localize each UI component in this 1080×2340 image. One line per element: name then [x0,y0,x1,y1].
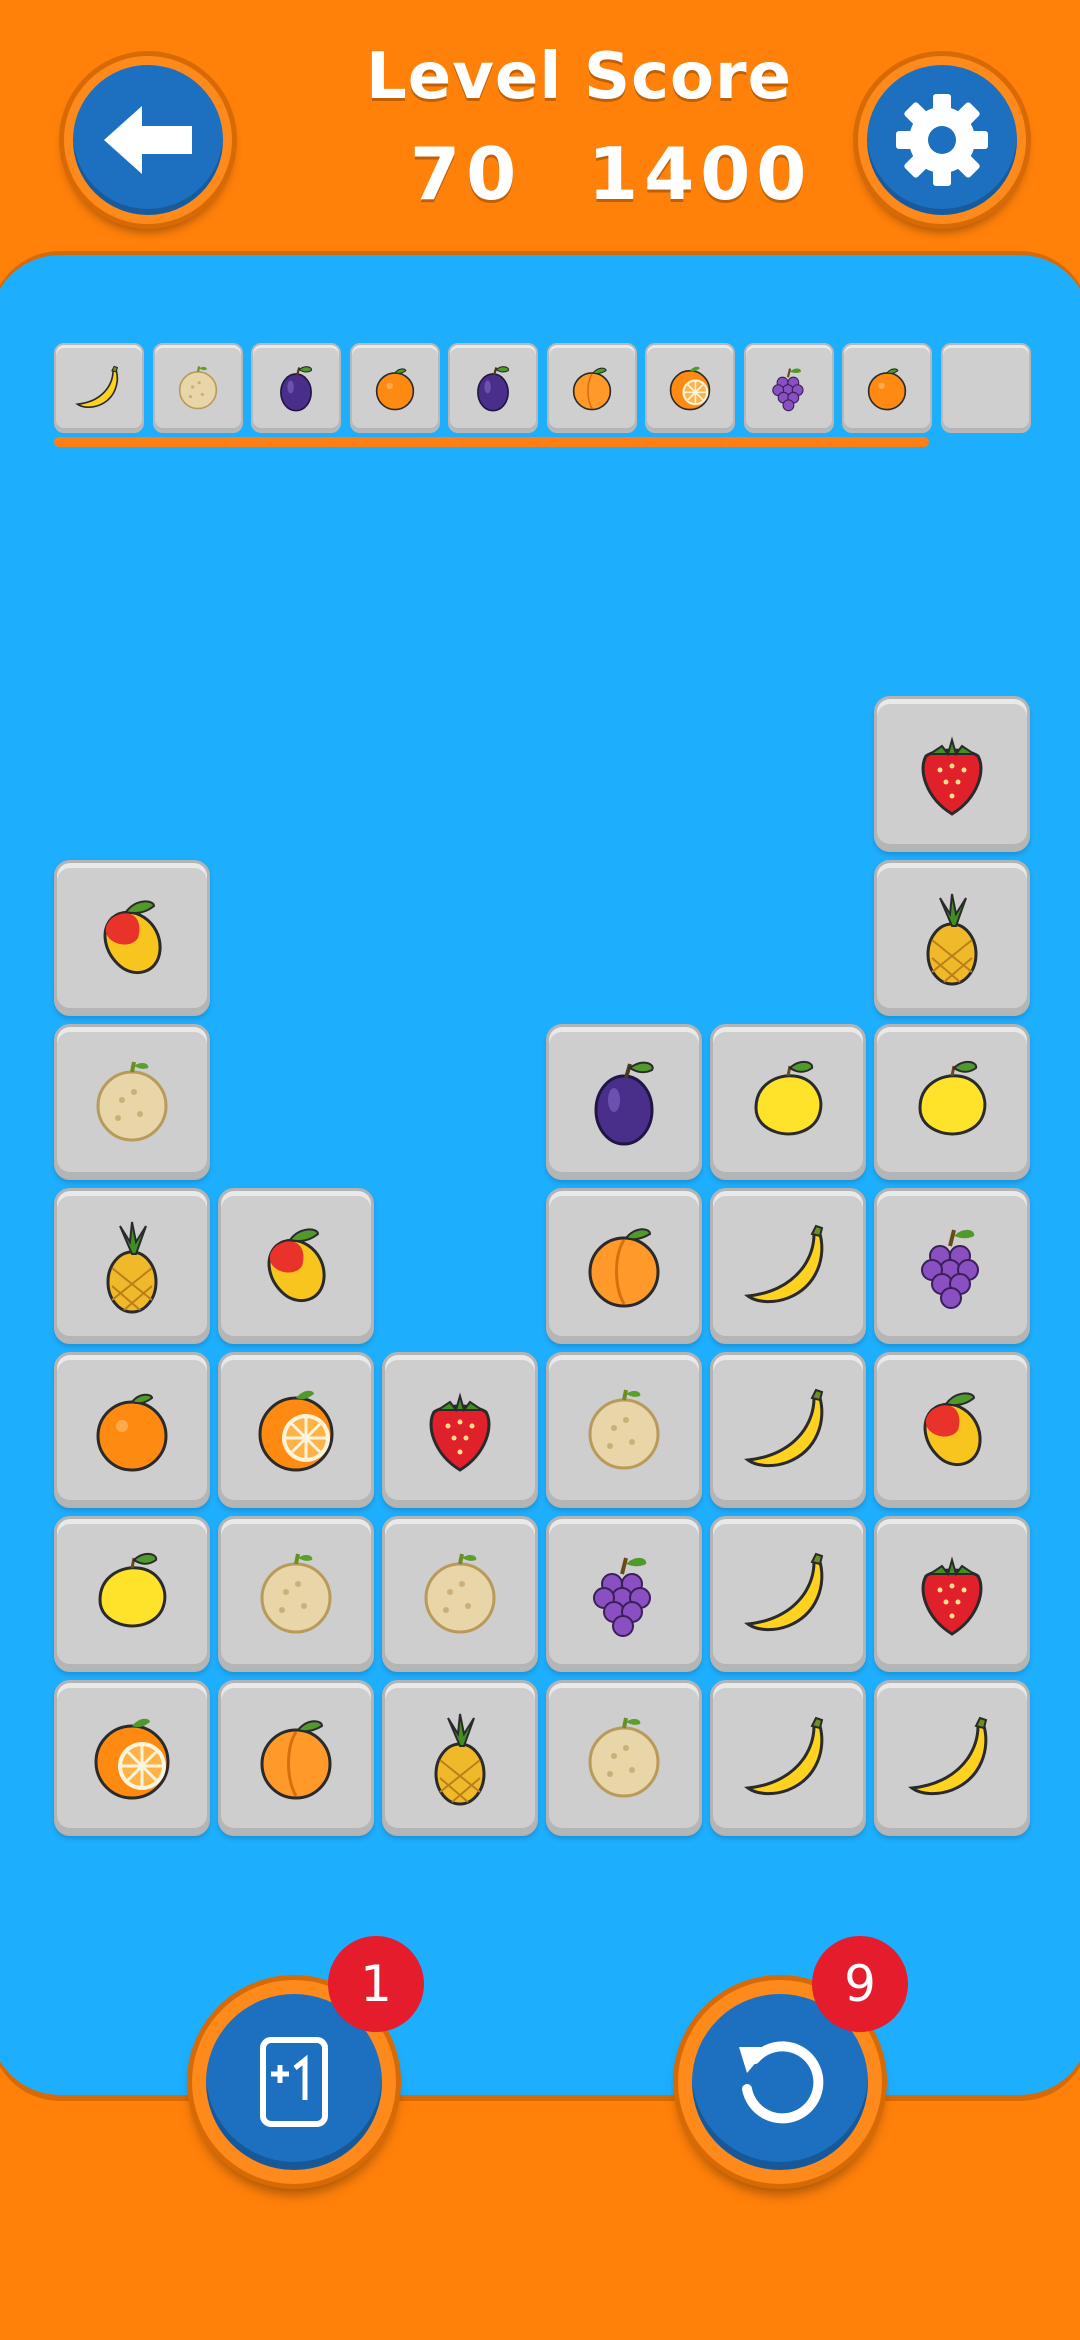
tile-mango[interactable] [54,860,210,1016]
tile-orange-slice[interactable] [54,1680,210,1836]
tile-pineapple[interactable] [54,1188,210,1344]
tray-slot-plum [251,343,341,433]
strawberry-icon [429,1392,491,1472]
tile-grapes[interactable] [874,1188,1030,1344]
tile-grapes[interactable] [546,1516,702,1672]
tile-strawberry[interactable] [382,1352,538,1508]
lemon-icon [98,1553,167,1628]
plus-one-card-icon [260,2037,328,2127]
tile-strawberry[interactable] [874,1516,1030,1672]
orange-icon [96,1393,168,1472]
tile-mango[interactable] [218,1188,374,1344]
orange-icon [867,368,907,411]
banana-icon [744,1224,824,1304]
tile-melon[interactable] [218,1516,374,1672]
melon-icon [260,1553,332,1634]
melon-icon [424,1553,496,1634]
tray-slot-apricot [546,343,637,433]
tray-slot-plum [448,343,538,433]
undo-count-badge: 9 [812,1936,908,2032]
tray-slot-grapes [743,343,834,433]
grapes-icon [593,1557,651,1637]
tray-capacity-bar [54,437,929,447]
tile-melon[interactable] [546,1680,702,1836]
orange-slice-icon [669,366,711,411]
tray [0,0,1080,460]
tray-slot-orange [842,343,932,433]
apricot-icon [572,367,611,411]
tray-slot-banana [54,343,144,433]
mango-icon [267,1228,326,1303]
mango-icon [103,900,162,975]
apricot-icon [260,1720,332,1800]
tray-slot-orange [349,343,440,433]
mango-icon [923,1392,982,1467]
tile-orange[interactable] [54,1352,210,1508]
tray-slot-orange-slice [645,343,735,433]
lemon-icon [918,1061,987,1136]
tile-mango[interactable] [874,1352,1030,1508]
lemon-icon [754,1061,823,1136]
banana-icon [744,1388,824,1468]
tile-melon[interactable] [382,1516,538,1672]
melon-icon [588,1389,660,1470]
melon-icon [588,1717,660,1798]
apricot-icon [588,1228,660,1308]
strawberry-icon [921,1556,983,1636]
tile-orange-slice[interactable] [218,1352,374,1508]
tile-pineapple[interactable] [874,860,1030,1016]
banana-icon [744,1716,824,1796]
plum-icon [594,1061,654,1146]
tile-banana[interactable] [710,1188,866,1344]
banana-icon [908,1716,988,1796]
orange-slice-icon [258,1390,334,1472]
pineapple-icon [926,893,978,986]
grapes-icon [771,368,804,412]
undo-icon [739,2041,824,2124]
tile-lemon[interactable] [874,1024,1030,1180]
pineapple-icon [106,1221,158,1314]
tile-melon[interactable] [546,1352,702,1508]
melon-icon [178,366,217,410]
add-slot-count-badge: 1 [328,1936,424,2032]
tile-apricot[interactable] [546,1188,702,1344]
tile-banana[interactable] [710,1680,866,1836]
melon-icon [96,1061,168,1142]
pineapple-icon [434,1713,486,1806]
tile-strawberry[interactable] [874,696,1030,852]
tray-slot-empty [940,343,1031,433]
tile-lemon[interactable] [54,1516,210,1672]
orange-icon [375,368,414,411]
tile-banana[interactable] [874,1680,1030,1836]
strawberry-icon [921,736,983,816]
tile-banana[interactable] [710,1516,866,1672]
tile-pineapple[interactable] [382,1680,538,1836]
orange-slice-icon [94,1718,170,1800]
plum-icon [477,366,510,412]
banana-icon [75,365,119,409]
grapes-icon [921,1229,979,1309]
tile-apricot[interactable] [218,1680,374,1836]
tile-banana[interactable] [710,1352,866,1508]
tray-slot-melon [152,343,243,433]
plum-icon [280,366,313,412]
tile-melon[interactable] [54,1024,210,1180]
banana-icon [744,1552,824,1632]
tile-plum[interactable] [546,1024,702,1180]
tile-lemon[interactable] [710,1024,866,1180]
